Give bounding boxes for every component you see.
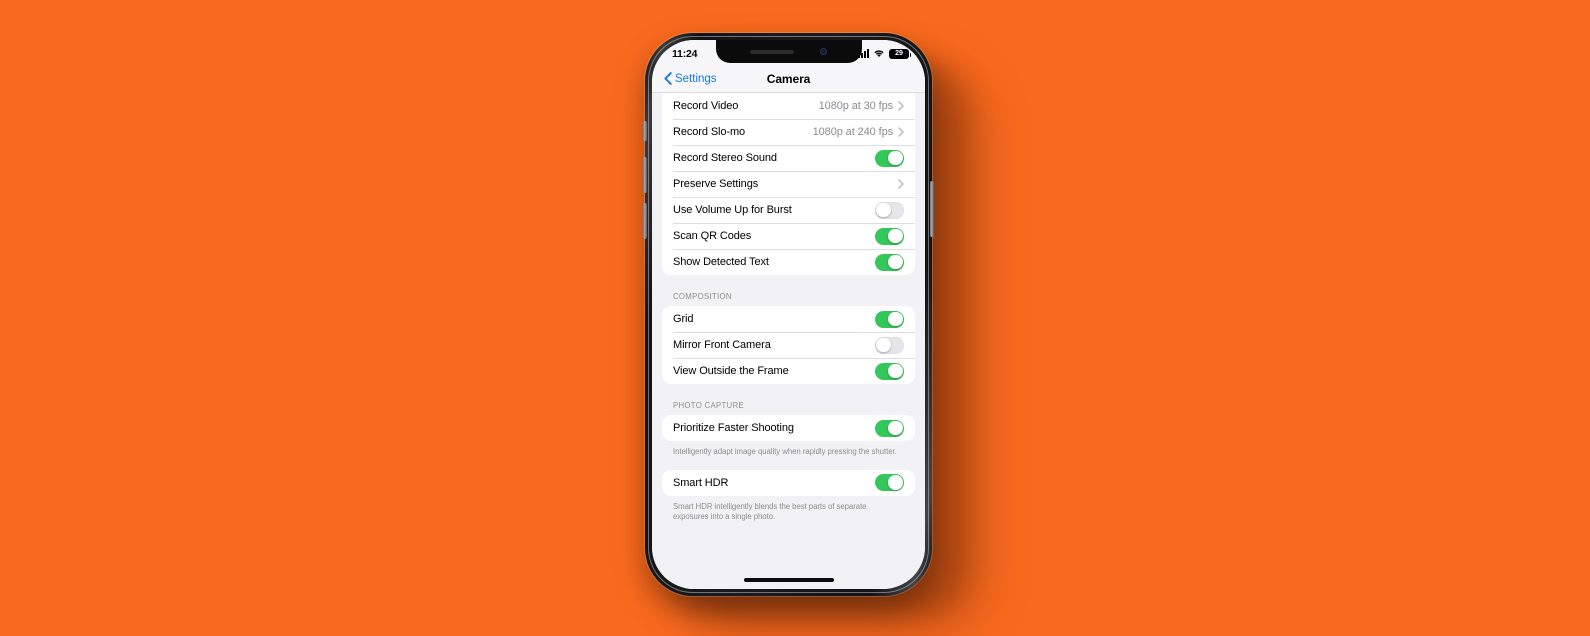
settings-row-label: Use Volume Up for Burst xyxy=(673,204,792,216)
settings-row-value: 1080p at 240 fps xyxy=(812,126,893,138)
toggle-switch[interactable] xyxy=(875,253,904,271)
settings-row-label: Preserve Settings xyxy=(673,178,759,190)
toggle-switch[interactable] xyxy=(875,227,904,245)
notch xyxy=(715,40,862,63)
status-bar-time: 11:24 xyxy=(672,47,698,60)
chevron-left-icon xyxy=(664,72,672,85)
toggle-knob xyxy=(888,363,903,379)
settings-group-photo-capture-group: Prioritize Faster Shooting xyxy=(662,415,915,441)
battery-level-text: 29 xyxy=(895,50,903,57)
settings-row[interactable]: Grid xyxy=(662,306,915,332)
toggle-knob xyxy=(888,420,903,436)
settings-row[interactable]: Smart HDR xyxy=(662,470,915,496)
home-indicator[interactable] xyxy=(743,578,834,582)
settings-group-composition-group: Grid Mirror Front Camera View Outside the … xyxy=(662,306,915,384)
toggle-knob xyxy=(888,475,903,490)
back-button[interactable]: Settings xyxy=(664,72,717,85)
settings-row[interactable]: Show Detected Text xyxy=(662,249,915,275)
toggle-knob xyxy=(888,254,903,270)
wifi-icon xyxy=(874,50,884,57)
chevron-right-icon xyxy=(898,127,904,137)
settings-row[interactable]: Prioritize Faster Shooting xyxy=(662,415,915,441)
settings-row-label: Show Detected Text xyxy=(673,256,769,268)
settings-row-label: Prioritize Faster Shooting xyxy=(673,422,794,434)
section-footnote-photo-capture-group: Intelligently adapt image quality when r… xyxy=(673,447,897,456)
toggle-knob xyxy=(888,228,903,244)
settings-row-label: Record Stereo Sound xyxy=(673,152,777,164)
front-camera-icon xyxy=(820,48,827,55)
settings-row[interactable]: Use Volume Up for Burst xyxy=(662,197,915,223)
home-indicator-area xyxy=(652,571,925,589)
section-header-photo-capture-group: PHOTO CAPTURE xyxy=(673,401,744,410)
chevron-right-icon xyxy=(898,179,904,189)
back-button-label: Settings xyxy=(675,72,717,85)
settings-list[interactable]: Record Video 1080p at 30 fps Record Slo-mo… xyxy=(652,93,925,571)
toggle-switch[interactable] xyxy=(875,149,904,167)
toggle-switch[interactable] xyxy=(875,336,904,354)
power-button[interactable] xyxy=(930,181,934,237)
section-header-composition-group: COMPOSITION xyxy=(673,292,732,301)
volume-down-button[interactable] xyxy=(643,203,647,239)
settings-row[interactable]: Scan QR Codes xyxy=(662,223,915,249)
toggle-switch[interactable] xyxy=(875,362,904,380)
toggle-switch[interactable] xyxy=(875,201,904,219)
settings-row-label: Record Slo-mo xyxy=(673,126,746,138)
section-footnote-smart-hdr-group: Smart HDR intelligently blends the best … xyxy=(673,501,867,522)
toggle-knob xyxy=(876,337,891,353)
mute-switch-button[interactable] xyxy=(643,121,647,141)
settings-group-capture-group: Record Video 1080p at 30 fps Record Slo-mo… xyxy=(662,93,915,275)
status-bar-indicators: 29 xyxy=(858,48,911,59)
phone-screen: 11:24 29 Settings Camera Record Video 10… xyxy=(652,40,925,589)
battery-icon: 29 xyxy=(889,48,911,59)
settings-row[interactable]: Record Stereo Sound xyxy=(662,145,915,171)
chevron-right-icon xyxy=(898,101,904,111)
toggle-switch[interactable] xyxy=(875,474,904,492)
volume-up-button[interactable] xyxy=(643,157,647,193)
settings-row-label: Grid xyxy=(673,313,694,325)
toggle-knob xyxy=(888,311,903,327)
toggle-switch[interactable] xyxy=(875,310,904,328)
settings-row[interactable]: Record Video 1080p at 30 fps xyxy=(662,93,915,119)
settings-row-label: Record Video xyxy=(673,100,739,112)
settings-row-label: Scan QR Codes xyxy=(673,230,752,242)
navigation-bar: Settings Camera xyxy=(652,65,925,93)
earpiece-speaker-icon xyxy=(750,49,794,54)
toggle-knob xyxy=(888,150,903,166)
settings-row-label: Mirror Front Camera xyxy=(673,339,771,351)
settings-row-value: 1080p at 30 fps xyxy=(818,100,893,112)
settings-row-label: Smart HDR xyxy=(673,476,729,489)
toggle-switch[interactable] xyxy=(875,419,904,437)
settings-row[interactable]: Record Slo-mo 1080p at 240 fps xyxy=(662,119,915,145)
settings-row[interactable]: View Outside the Frame xyxy=(662,358,915,384)
settings-group-smart-hdr-group: Smart HDR xyxy=(662,469,915,496)
toggle-knob xyxy=(876,202,891,218)
iphone-device: 11:24 29 Settings Camera Record Video 10… xyxy=(643,33,934,596)
settings-row[interactable]: Mirror Front Camera xyxy=(662,332,915,358)
settings-row-label: View Outside the Frame xyxy=(673,365,789,377)
settings-row[interactable]: Preserve Settings xyxy=(662,171,915,197)
